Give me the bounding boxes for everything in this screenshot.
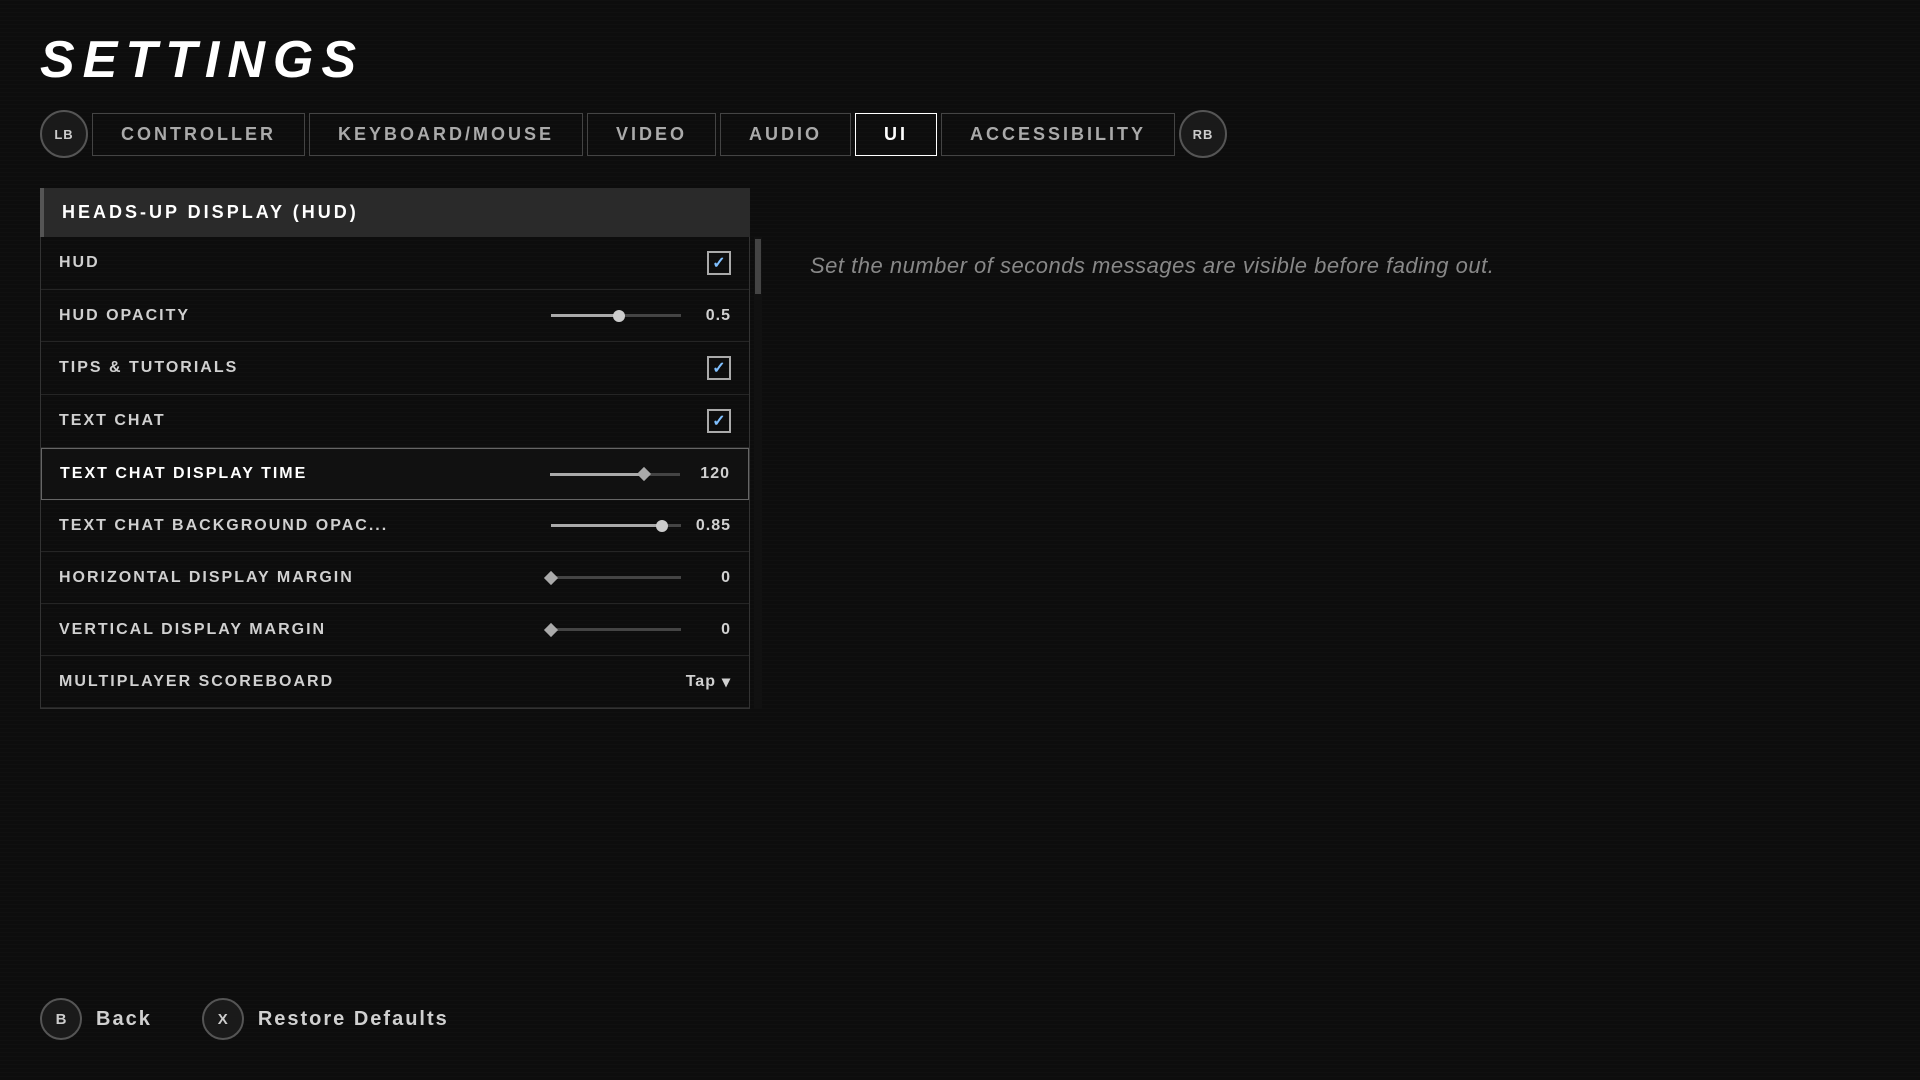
setting-row-text-chat-display-time[interactable]: TEXT CHAT DISPLAY TIME 120: [41, 448, 749, 500]
slider-track-text-chat-background-opacity: [551, 524, 681, 527]
slider-track-hud-opacity: [551, 314, 681, 317]
tab-controller[interactable]: CONTROLLER: [92, 113, 305, 156]
slider-fill-text-chat-background-opacity: [551, 524, 662, 527]
dropdown-value-multiplayer-scoreboard: Tap: [686, 673, 716, 691]
setting-row-multiplayer-scoreboard[interactable]: MULTIPLAYER SCOREBOARD Tap ▾: [41, 656, 749, 708]
dropdown-multiplayer-scoreboard[interactable]: Tap ▾: [686, 672, 731, 692]
lb-button[interactable]: LB: [40, 110, 88, 158]
x-icon: X: [218, 1011, 228, 1028]
right-panel: Set the number of seconds messages are v…: [810, 188, 1880, 283]
setting-row-hud[interactable]: HUD: [41, 237, 749, 290]
chevron-down-icon: ▾: [722, 672, 731, 692]
back-label: Back: [96, 1008, 152, 1031]
slider-thumb-vertical-display-margin: [544, 622, 558, 636]
restore-defaults-action[interactable]: X Restore Defaults: [202, 998, 449, 1040]
slider-text-chat-background-opacity[interactable]: 0.85: [551, 517, 731, 535]
setting-label-multiplayer-scoreboard: MULTIPLAYER SCOREBOARD: [59, 673, 334, 691]
slider-value-hud-opacity: 0.5: [691, 307, 731, 325]
slider-value-text-chat-display-time: 120: [690, 465, 730, 483]
settings-list: HUD HUD OPACITY: [40, 237, 750, 709]
tab-bar: LB CONTROLLER KEYBOARD/MOUSE VIDEO AUDIO…: [40, 110, 1880, 158]
section-header: HEADS-UP DISPLAY (HUD): [40, 188, 750, 237]
setting-row-text-chat-background-opacity[interactable]: TEXT CHAT BACKGROUND OPAC... 0.85: [41, 500, 749, 552]
slider-horizontal-display-margin[interactable]: 0: [551, 569, 731, 587]
setting-row-text-chat[interactable]: TEXT CHAT: [41, 395, 749, 448]
description-text: Set the number of seconds messages are v…: [810, 248, 1880, 283]
setting-label-text-chat-display-time: TEXT CHAT DISPLAY TIME: [60, 465, 307, 483]
back-button-icon: B: [40, 998, 82, 1040]
b-icon: B: [56, 1011, 67, 1028]
slider-thumb-horizontal-display-margin: [544, 570, 558, 584]
slider-fill-hud-opacity: [551, 314, 619, 317]
slider-value-horizontal-display-margin: 0: [691, 569, 731, 587]
tab-audio[interactable]: AUDIO: [720, 113, 851, 156]
bottom-bar: B Back X Restore Defaults: [40, 998, 449, 1040]
slider-track-text-chat-display-time: [550, 473, 680, 476]
setting-row-vertical-display-margin[interactable]: VERTICAL DISPLAY MARGIN 0: [41, 604, 749, 656]
main-layout: HEADS-UP DISPLAY (HUD) HUD HUD: [40, 188, 1880, 709]
scrollbar-thumb: [755, 239, 761, 294]
setting-row-horizontal-display-margin[interactable]: HORIZONTAL DISPLAY MARGIN 0: [41, 552, 749, 604]
slider-thumb-hud-opacity: [613, 310, 625, 322]
tab-keyboard-mouse[interactable]: KEYBOARD/MOUSE: [309, 113, 583, 156]
page-container: SETTINGS LB CONTROLLER KEYBOARD/MOUSE VI…: [0, 0, 1920, 1080]
setting-row-tips-tutorials[interactable]: TIPS & TUTORIALS: [41, 342, 749, 395]
slider-thumb-text-chat-background-opacity: [656, 520, 668, 532]
tab-ui[interactable]: UI: [855, 113, 937, 156]
setting-label-tips-tutorials: TIPS & TUTORIALS: [59, 359, 238, 377]
checkbox-text-chat[interactable]: [707, 409, 731, 433]
slider-text-chat-display-time[interactable]: 120: [550, 465, 730, 483]
slider-value-vertical-display-margin: 0: [691, 621, 731, 639]
slider-vertical-display-margin[interactable]: 0: [551, 621, 731, 639]
scrollbar-track: [754, 237, 762, 709]
page-title: SETTINGS: [40, 30, 1880, 90]
slider-fill-text-chat-display-time: [550, 473, 644, 476]
setting-label-hud: HUD: [59, 254, 100, 272]
setting-row-hud-opacity[interactable]: HUD OPACITY 0.5: [41, 290, 749, 342]
tab-accessibility[interactable]: ACCESSIBILITY: [941, 113, 1175, 156]
slider-track-vertical-display-margin: [551, 628, 681, 631]
slider-hud-opacity[interactable]: 0.5: [551, 307, 731, 325]
setting-label-hud-opacity: HUD OPACITY: [59, 307, 190, 325]
settings-list-wrapper: HUD HUD OPACITY: [40, 237, 750, 709]
slider-thumb-text-chat-display-time: [637, 467, 651, 481]
restore-defaults-button-icon: X: [202, 998, 244, 1040]
checkbox-tips-tutorials[interactable]: [707, 356, 731, 380]
setting-label-text-chat-background-opacity: TEXT CHAT BACKGROUND OPAC...: [59, 517, 388, 535]
restore-defaults-label: Restore Defaults: [258, 1008, 449, 1031]
setting-label-text-chat: TEXT CHAT: [59, 412, 166, 430]
slider-value-text-chat-background-opacity: 0.85: [691, 517, 731, 535]
back-action[interactable]: B Back: [40, 998, 152, 1040]
setting-label-vertical-display-margin: VERTICAL DISPLAY MARGIN: [59, 621, 326, 639]
rb-button[interactable]: RB: [1179, 110, 1227, 158]
setting-label-horizontal-display-margin: HORIZONTAL DISPLAY MARGIN: [59, 569, 354, 587]
slider-track-horizontal-display-margin: [551, 576, 681, 579]
checkbox-hud[interactable]: [707, 251, 731, 275]
tab-video[interactable]: VIDEO: [587, 113, 716, 156]
left-panel: HEADS-UP DISPLAY (HUD) HUD HUD: [40, 188, 750, 709]
